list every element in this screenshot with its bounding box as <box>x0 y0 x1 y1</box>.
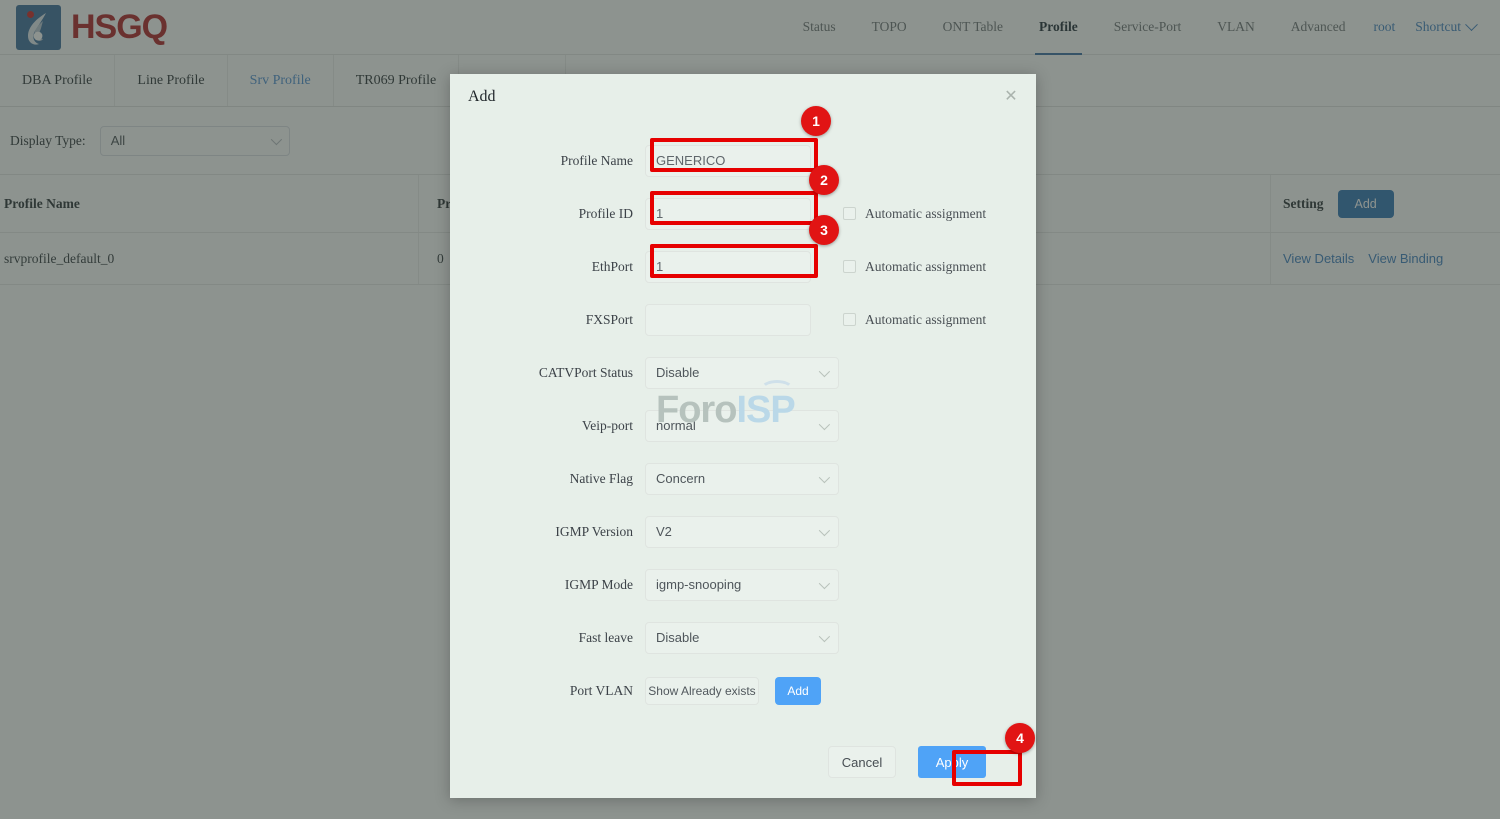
field-row-profile-id: Profile ID 1 Automatic assignment <box>450 187 1036 240</box>
checkbox-icon[interactable] <box>843 207 856 220</box>
catv-port-status-value: Disable <box>656 365 700 380</box>
apply-button[interactable]: Apply <box>918 746 986 778</box>
chevron-down-icon <box>818 418 831 430</box>
veip-port-select[interactable]: normal <box>645 409 839 442</box>
label-igmp-mode: IGMP Mode <box>564 576 633 592</box>
label-catv-port-status: CATVPort Status <box>538 364 633 380</box>
label-fast-leave: Fast leave <box>578 629 633 645</box>
auto-assign-label: Automatic assignment <box>865 205 987 221</box>
label-eth-port: EthPort <box>591 258 633 274</box>
auto-assign-label: Automatic assignment <box>865 311 987 327</box>
checkbox-icon[interactable] <box>843 260 856 273</box>
field-row-native-flag: Native Flag Concern <box>450 452 1036 505</box>
catv-port-status-select[interactable]: Disable <box>645 356 839 389</box>
field-row-profile-name: Profile Name GENERICO <box>450 134 1036 187</box>
igmp-mode-value: igmp-snooping <box>656 577 742 592</box>
profile-id-input[interactable]: 1 <box>645 197 811 230</box>
igmp-version-select[interactable]: V2 <box>645 515 839 548</box>
fast-leave-value: Disable <box>656 630 700 645</box>
annotation-badge-1: 1 <box>801 106 831 136</box>
control-eth-port: 1 <box>645 250 811 283</box>
chevron-down-icon <box>818 577 831 589</box>
annotation-badge-4: 4 <box>1005 723 1035 753</box>
annotation-badge-2: 2 <box>809 165 839 195</box>
checkbox-icon[interactable] <box>843 313 856 326</box>
close-icon[interactable]: ✕ <box>1002 88 1020 106</box>
add-srv-profile-dialog: Add ✕ Profile Name GENERICO Profile ID 1… <box>450 74 1036 798</box>
cancel-button[interactable]: Cancel <box>828 746 896 778</box>
chevron-down-icon <box>818 365 831 377</box>
app-root: HSGQ Status TOPO ONT Table Profile Servi… <box>0 0 1500 819</box>
profile-id-auto-assign[interactable]: Automatic assignment <box>843 206 986 222</box>
eth-port-input[interactable]: 1 <box>645 250 811 283</box>
label-veip-port: Veip-port <box>582 417 633 433</box>
profile-name-input[interactable]: GENERICO <box>645 144 811 177</box>
dialog-body: Profile Name GENERICO Profile ID 1 Autom… <box>450 122 1036 717</box>
fxs-port-auto-assign[interactable]: Automatic assignment <box>843 312 986 328</box>
control-fxs-port <box>645 303 811 336</box>
label-igmp-version: IGMP Version <box>555 523 633 539</box>
label-profile-name: Profile Name <box>560 152 633 168</box>
field-row-catv-port-status: CATVPort Status Disable <box>450 346 1036 399</box>
control-profile-name: GENERICO <box>645 144 811 177</box>
chevron-down-icon <box>818 630 831 642</box>
chevron-down-icon <box>818 471 831 483</box>
label-port-vlan: Port VLAN <box>569 682 633 698</box>
dialog-header: Add ✕ <box>450 74 1036 122</box>
control-profile-id: 1 <box>645 197 811 230</box>
native-flag-select[interactable]: Concern <box>645 462 839 495</box>
field-row-fxs-port: FXSPort Automatic assignment <box>450 293 1036 346</box>
label-profile-id: Profile ID <box>578 205 633 221</box>
igmp-version-value: V2 <box>656 524 672 539</box>
auto-assign-label: Automatic assignment <box>865 258 987 274</box>
igmp-mode-select[interactable]: igmp-snooping <box>645 568 839 601</box>
label-fxs-port: FXSPort <box>585 311 633 327</box>
fxs-port-input[interactable] <box>645 303 811 336</box>
label-native-flag: Native Flag <box>569 470 633 486</box>
port-vlan-add-button[interactable]: Add <box>775 676 821 705</box>
field-row-igmp-mode: IGMP Mode igmp-snooping <box>450 558 1036 611</box>
fast-leave-select[interactable]: Disable <box>645 621 839 654</box>
annotation-badge-3: 3 <box>809 215 839 245</box>
field-row-fast-leave: Fast leave Disable <box>450 611 1036 664</box>
port-vlan-show-button[interactable]: Show Already exists <box>645 676 759 705</box>
field-row-eth-port: EthPort 1 Automatic assignment <box>450 240 1036 293</box>
field-row-igmp-version: IGMP Version V2 <box>450 505 1036 558</box>
chevron-down-icon <box>818 524 831 536</box>
field-row-veip-port: Veip-port normal <box>450 399 1036 452</box>
dialog-footer: Cancel Apply <box>450 726 1036 798</box>
field-row-port-vlan: Port VLAN Show Already exists Add <box>450 664 1036 717</box>
native-flag-value: Concern <box>656 471 706 486</box>
eth-port-auto-assign[interactable]: Automatic assignment <box>843 259 986 275</box>
veip-port-value: normal <box>656 418 696 433</box>
dialog-title: Add <box>468 88 496 105</box>
